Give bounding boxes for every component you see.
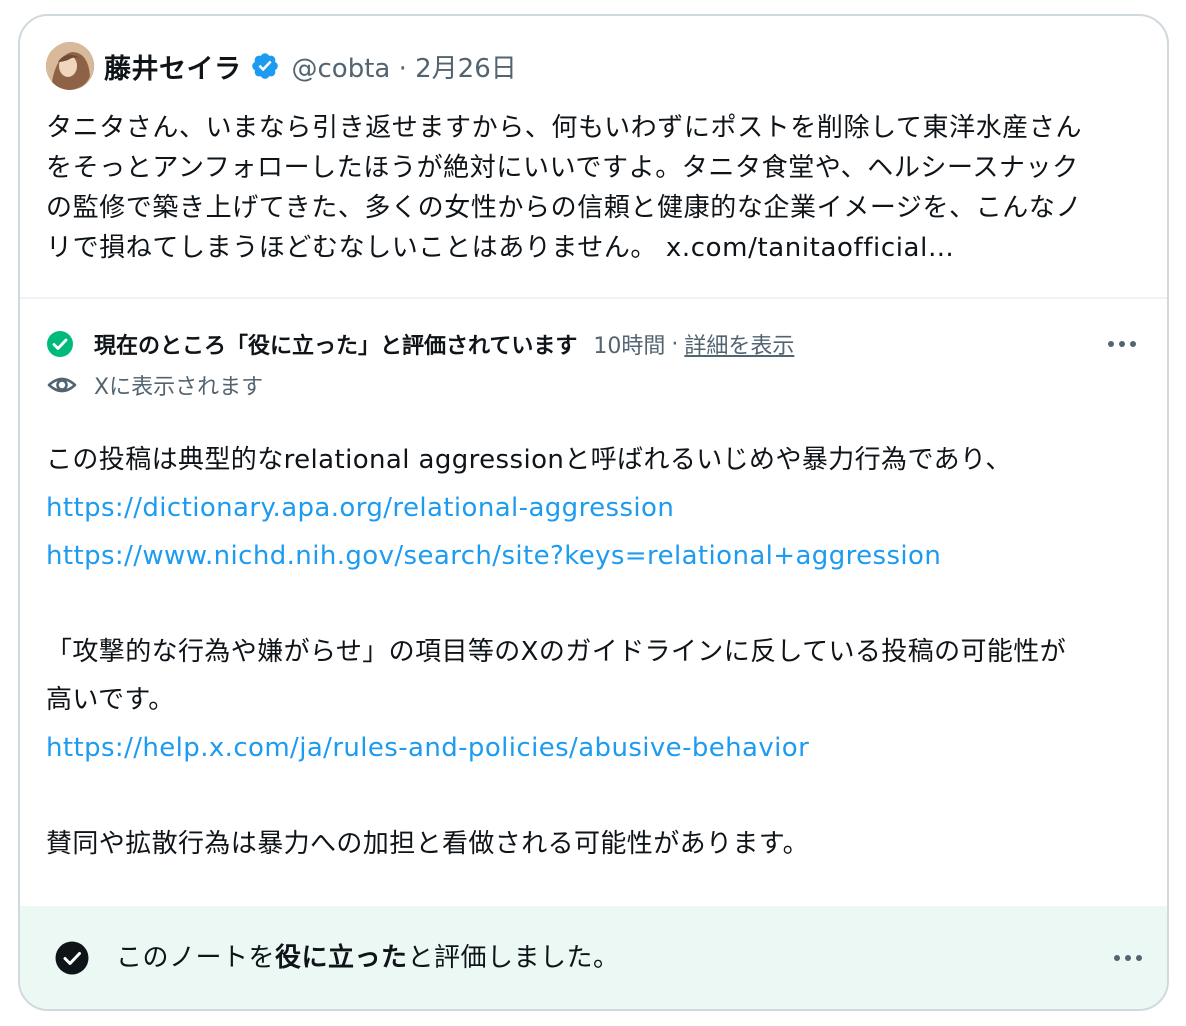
post-meta: @cobta · 2月26日 xyxy=(292,48,517,85)
more-horizontal-icon[interactable] xyxy=(1111,948,1145,968)
divider xyxy=(20,297,1167,299)
note-link-apa[interactable]: https://dictionary.apa.org/relational-ag… xyxy=(46,493,674,523)
note-text-line: 「攻撃的な行為や嫌がらせ」の項目等のXのガイドラインに反している投稿の可能性が xyxy=(46,637,1067,667)
rating-value: 役に立った xyxy=(275,943,408,973)
check-circle-black-icon xyxy=(54,940,90,976)
post-text-line: タニタさん、いまなら引き返せますから、何もいわずにポストを削除して東洋水産さん xyxy=(46,113,1083,143)
note-link-x-help[interactable]: https://help.x.com/ja/rules-and-policies… xyxy=(46,733,809,763)
note-text-line: この投稿は典型的なrelational aggressionと呼ばれるいじめや暴… xyxy=(46,445,1012,475)
display-name[interactable]: 藤井セイラ xyxy=(104,47,242,86)
avatar[interactable] xyxy=(46,42,94,90)
check-circle-green-icon xyxy=(46,330,74,358)
post-text-line: リで損ねてしまうほどむなしいことはありません。 xyxy=(46,233,658,263)
note-status-text: 現在のところ「役に立った」と評価されています xyxy=(94,334,578,359)
meta-separator: · xyxy=(398,53,407,84)
rating-footer-text: このノートを役に立ったと評価しました。 xyxy=(116,940,620,976)
rating-prefix: このノートを xyxy=(116,943,276,973)
handle[interactable]: @cobta xyxy=(292,54,391,84)
note-link-nichd[interactable]: https://www.nichd.nih.gov/search/site?ke… xyxy=(46,541,941,571)
post-header: 藤井セイラ @cobta · 2月26日 xyxy=(46,42,517,90)
post-text-line: をそっとアンフォローしたほうが絶対にいいですよ。タニタ食堂や、ヘルシースナック xyxy=(46,153,1079,183)
note-body: この投稿は典型的なrelational aggressionと呼ばれるいじめや暴… xyxy=(46,436,1146,868)
note-text-line: 高いです。 xyxy=(46,685,175,715)
show-details-link[interactable]: 詳細を表示 xyxy=(684,328,794,360)
note-text-line: 賛同や拡散行為は暴力への加担と看做される可能性があります。 xyxy=(46,829,810,859)
more-horizontal-icon[interactable] xyxy=(1105,334,1139,354)
visibility-row: Xに表示されます xyxy=(46,369,263,401)
visibility-text: Xに表示されます xyxy=(94,375,264,400)
eye-icon xyxy=(46,369,78,401)
post-link[interactable]: x.com/tanitaofficial… xyxy=(666,233,955,263)
post-text-line: の監修で築き上げてきた、多くの女性からの信頼と健康的な企業イメージを、こんなノ xyxy=(46,193,1083,223)
rating-footer: このノートを役に立ったと評価しました。 xyxy=(20,906,1167,1009)
note-time: 10時間 xyxy=(593,334,666,359)
verified-badge-icon xyxy=(250,51,280,81)
post-text: タニタさん、いまなら引き返せますから、何もいわずにポストを削除して東洋水産さん … xyxy=(46,108,1151,268)
post-date[interactable]: 2月26日 xyxy=(415,54,517,84)
note-status-row: 現在のところ「役に立った」と評価されています 10時間 · 詳細を表示 xyxy=(46,327,794,361)
post-card: 藤井セイラ @cobta · 2月26日 タニタさん、いまなら引き返せますから、… xyxy=(18,14,1169,1011)
meta-separator: · xyxy=(671,331,679,357)
rating-suffix: と評価しました。 xyxy=(407,943,620,973)
